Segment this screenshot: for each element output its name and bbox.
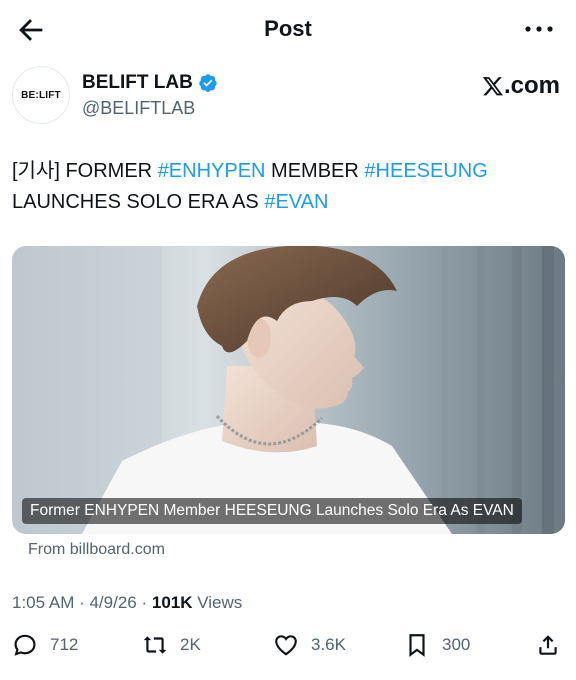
reply-button[interactable]: 712	[12, 632, 78, 658]
hashtag-evan[interactable]: #EVAN	[264, 191, 328, 213]
share-button[interactable]	[535, 632, 561, 658]
x-logo-icon	[482, 77, 503, 96]
author-row: BE:LIFT BELIFT LAB @BELIFTLAB .com	[12, 66, 560, 126]
action-bar: 712 2K 3.6K 300	[0, 632, 576, 668]
verified-badge-icon	[198, 73, 218, 93]
bookmark-count: 300	[442, 635, 471, 654]
author-name[interactable]: BELIFT LAB	[82, 72, 193, 94]
post-timestamp: 1:05 AM · 4/9/26 ·	[12, 593, 152, 612]
bookmark-button[interactable]: 300	[404, 632, 470, 658]
like-count: 3.6K	[311, 635, 346, 654]
hashtag-heeseung[interactable]: #HEESEUNG	[364, 160, 487, 182]
link-card[interactable]: Former ENHYPEN Member HEESEUNG Launches …	[12, 246, 565, 534]
card-photo	[12, 246, 565, 534]
card-caption: Former ENHYPEN Member HEESEUNG Launches …	[22, 498, 522, 524]
source-logo: .com	[482, 72, 560, 100]
share-icon	[539, 635, 557, 655]
tweet-prefix: [기사] FORMER	[12, 160, 158, 182]
author-handle[interactable]: @BELIFTLAB	[82, 98, 195, 119]
card-source[interactable]: From billboard.com	[28, 541, 165, 559]
like-button[interactable]: 3.6K	[273, 632, 346, 658]
source-logo-text: .com	[503, 72, 560, 99]
views-label: Views	[192, 593, 243, 612]
page-title: Post	[264, 16, 312, 41]
reply-count: 712	[50, 635, 79, 654]
top-bar: Post	[0, 0, 576, 58]
tweet-text: [기사] FORMER #ENHYPEN MEMBER #HEESEUNG LA…	[12, 156, 562, 218]
reply-icon	[14, 634, 36, 656]
repost-icon	[143, 636, 167, 654]
repost-count: 2K	[180, 635, 201, 654]
repost-button[interactable]: 2K	[142, 632, 201, 658]
heart-icon	[275, 635, 297, 656]
avatar[interactable]: BE:LIFT	[12, 66, 70, 124]
tweet-mid-2: LAUNCHES SOLO ERA AS	[12, 191, 265, 213]
tweet-mid-1: MEMBER	[265, 160, 365, 182]
hashtag-enhypen[interactable]: #ENHYPEN	[158, 160, 266, 182]
bookmark-icon	[409, 634, 425, 657]
more-options-icon[interactable]	[524, 22, 554, 36]
post-meta: 1:05 AM · 4/9/26 · 101K Views	[12, 593, 242, 613]
author-name-row[interactable]: BELIFT LAB	[82, 72, 218, 94]
views-count: 101K	[151, 593, 193, 612]
